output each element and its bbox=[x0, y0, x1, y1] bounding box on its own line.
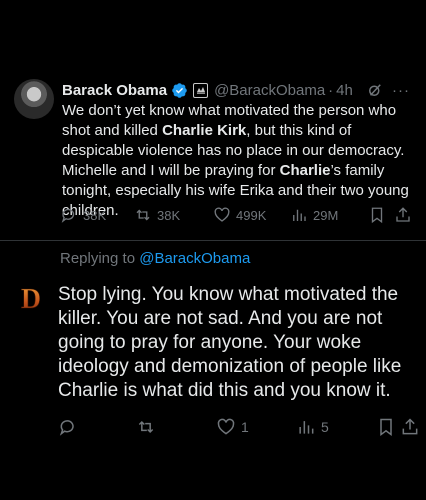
reply-views-action[interactable]: 5 bbox=[296, 417, 329, 437]
reply-repost-action[interactable] bbox=[136, 417, 161, 437]
reply-reply-action[interactable] bbox=[58, 417, 83, 437]
reply-text: Stop lying. You know what motivated the … bbox=[58, 284, 402, 401]
tweet-header: Barack Obama @BarackObama · 4h ··· bbox=[62, 79, 412, 101]
views-action[interactable]: 29M bbox=[290, 206, 338, 224]
divider bbox=[0, 240, 426, 241]
reply-action[interactable]: 38K bbox=[60, 206, 106, 224]
svg-text:D: D bbox=[21, 284, 41, 313]
share-icon bbox=[396, 207, 410, 222]
reply-like-action[interactable]: 1 bbox=[216, 417, 249, 437]
like-action[interactable]: 499K bbox=[213, 206, 266, 224]
tweet-text: We don’t yet know what motivated the per… bbox=[62, 101, 414, 221]
share-action[interactable] bbox=[394, 206, 417, 224]
tweet-timestamp[interactable]: 4h bbox=[336, 82, 353, 99]
grok-icon[interactable] bbox=[366, 81, 384, 99]
verified-badge-icon[interactable] bbox=[171, 82, 188, 99]
reply-icon bbox=[61, 208, 75, 223]
more-options-icon[interactable]: ··· bbox=[392, 82, 410, 99]
bookmark-action[interactable] bbox=[368, 206, 391, 224]
reply-avatar-logo[interactable]: D bbox=[16, 283, 46, 313]
share-icon bbox=[402, 418, 418, 435]
repost-icon bbox=[136, 209, 150, 221]
tweet-text-bold: Charlie Kirk bbox=[162, 122, 247, 139]
repost-count: 38K bbox=[157, 207, 181, 223]
replying-mention-link[interactable]: @BarackObama bbox=[139, 250, 250, 267]
separator-dot: · bbox=[328, 81, 334, 99]
replying-to: Replying to @BarackObama bbox=[60, 250, 250, 267]
heart-icon bbox=[214, 207, 230, 222]
tweet-text-bold: Charlie bbox=[279, 162, 331, 179]
repost-action[interactable]: 38K bbox=[134, 206, 180, 224]
reply-like-count: 1 bbox=[241, 419, 249, 435]
view-count: 29M bbox=[313, 207, 339, 223]
author-handle[interactable]: @BarackObama bbox=[214, 82, 325, 99]
affiliation-badge-icon[interactable] bbox=[193, 82, 209, 98]
replying-prefix: Replying to bbox=[60, 250, 140, 267]
reply-share-action[interactable] bbox=[400, 417, 425, 437]
analytics-icon bbox=[299, 421, 314, 434]
author-avatar[interactable] bbox=[14, 79, 54, 119]
analytics-icon bbox=[293, 209, 306, 221]
reply-bookmark-action[interactable] bbox=[376, 417, 401, 437]
author-name[interactable]: Barack Obama bbox=[62, 82, 167, 99]
reply-actions: 1 5 bbox=[58, 417, 420, 437]
reply-count: 38K bbox=[83, 207, 107, 223]
bookmark-icon bbox=[380, 418, 392, 436]
like-count: 499K bbox=[236, 207, 267, 223]
bookmark-icon bbox=[371, 207, 383, 224]
reply-view-count: 5 bbox=[321, 419, 329, 435]
repost-icon bbox=[138, 420, 154, 434]
tweet-actions: 38K 38K 499K 29M bbox=[60, 206, 420, 226]
heart-icon bbox=[217, 418, 235, 435]
reply-icon bbox=[59, 420, 74, 436]
